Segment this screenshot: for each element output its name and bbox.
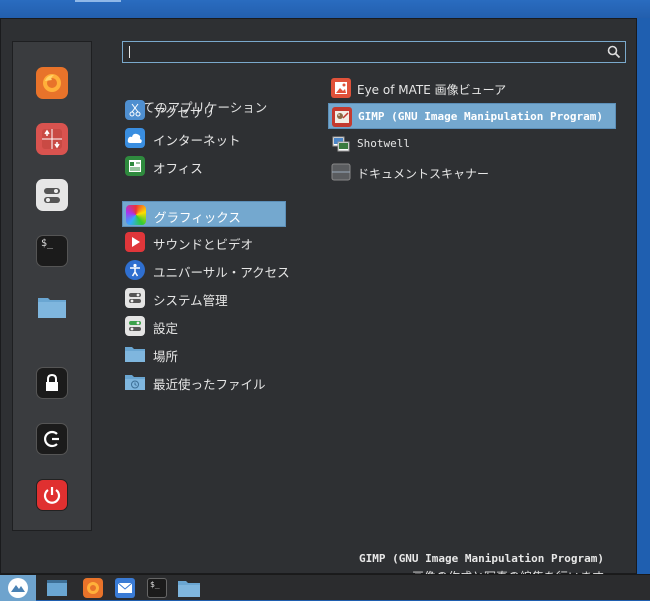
lock-icon[interactable] (36, 367, 68, 399)
app-label: GIMP (GNU Image Manipulation Program) (358, 110, 604, 123)
category-graphics[interactable]: グラフィックス (122, 201, 286, 227)
category-system[interactable]: システム管理 (122, 285, 286, 311)
category-universal-access[interactable]: ユニバーサル・アクセス (122, 257, 290, 283)
search-box[interactable] (122, 41, 626, 63)
category-label: グラフィックス (154, 210, 241, 225)
category-label: インターネット (153, 133, 241, 148)
scissors-icon (125, 100, 145, 120)
system-icon (125, 288, 145, 308)
settings-icon (125, 316, 145, 336)
application-menu: $_ 全てのアプリケーション アクセサリ インターネット オフィス グラフィック… (0, 18, 637, 584)
taskbar-firefox-icon[interactable] (81, 575, 105, 601)
accessibility-icon (125, 260, 145, 280)
folder-icon (125, 344, 145, 364)
firefox-icon[interactable] (36, 67, 68, 99)
category-settings[interactable]: 設定 (122, 313, 286, 339)
favorites-sidebar: $_ (12, 41, 92, 531)
category-label: 最近使ったファイル (153, 377, 266, 392)
bottom-panel: $_ (0, 574, 650, 601)
selected-app-name: GIMP (GNU Image Manipulation Program) (358, 552, 604, 565)
taskbar-window-icon[interactable] (44, 575, 70, 601)
category-label: アクセサリ (153, 105, 215, 120)
app-shotwell[interactable]: Shotwell (328, 131, 616, 157)
taskbar-mail-icon[interactable] (113, 575, 137, 601)
taskbar-folder-icon[interactable] (177, 575, 201, 601)
recent-folder-icon (125, 372, 145, 392)
category-label: 場所 (153, 349, 179, 364)
graphics-icon (126, 205, 146, 225)
control-center-icon[interactable] (36, 179, 68, 211)
app-document-scanner[interactable]: ドキュメントスキャナー (328, 159, 616, 185)
power-icon[interactable] (36, 479, 68, 511)
gimp-icon (332, 107, 352, 127)
category-label: 設定 (153, 321, 179, 336)
office-icon (125, 156, 145, 176)
category-sound-video[interactable]: サウンドとビデオ (122, 229, 286, 255)
shotwell-icon (331, 134, 351, 154)
category-places[interactable]: 場所 (122, 341, 286, 367)
category-office[interactable]: オフィス (122, 153, 286, 179)
app-gimp[interactable]: GIMP (GNU Image Manipulation Program) (328, 103, 616, 129)
menu-button[interactable] (0, 575, 36, 601)
app-label: Eye of MATE 画像ビューア (357, 83, 507, 97)
category-label: オフィス (153, 161, 203, 176)
terminal-icon[interactable]: $_ (36, 235, 68, 267)
category-recent-files[interactable]: 最近使ったファイル (122, 369, 286, 395)
image-viewer-icon (331, 78, 351, 98)
app-label: ドキュメントスキャナー (357, 167, 490, 181)
app-eye-of-mate[interactable]: Eye of MATE 画像ビューア (328, 75, 616, 101)
menu-logo-icon (8, 578, 28, 598)
category-internet[interactable]: インターネット (122, 125, 286, 151)
software-center-icon[interactable] (36, 123, 68, 155)
search-icon[interactable] (607, 45, 621, 59)
play-icon (125, 232, 145, 252)
category-label: ユニバーサル・アクセス (153, 265, 290, 280)
folder-icon[interactable] (36, 291, 68, 323)
text-caret (129, 46, 130, 58)
app-label: Shotwell (357, 137, 410, 150)
taskbar-terminal-icon[interactable]: $_ (145, 575, 169, 601)
cloud-icon (125, 128, 145, 148)
logout-icon[interactable] (36, 423, 68, 455)
search-input[interactable] (127, 44, 597, 60)
scanner-icon (331, 162, 351, 182)
category-label: サウンドとビデオ (153, 237, 254, 252)
desktop-home-icon[interactable] (75, 0, 121, 2)
category-label: システム管理 (153, 293, 228, 308)
category-accessories[interactable]: アクセサリ (122, 97, 286, 123)
desktop-background (0, 0, 650, 18)
